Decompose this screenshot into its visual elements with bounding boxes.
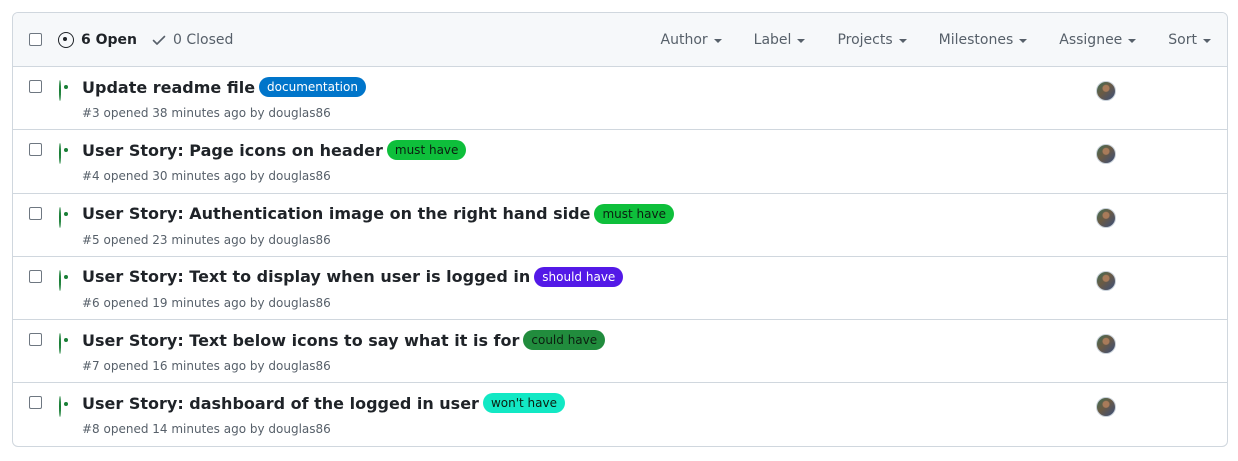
assignee-avatar[interactable]: [1096, 334, 1116, 355]
milestones-filter-button[interactable]: Milestones: [939, 32, 1028, 48]
issue-label-badge[interactable]: must have: [594, 203, 674, 224]
assignee-avatar[interactable]: [1096, 81, 1116, 101]
issues-list-header: 6 Open 0 Closed Author Label Projects Mi…: [13, 13, 1227, 67]
issue-author-link[interactable]: douglas86: [268, 422, 330, 436]
issues-list: Update readme file documentation #3 open…: [13, 67, 1227, 446]
issue-checkbox[interactable]: [29, 143, 42, 157]
filter-bar: Author Label Projects Milestones Assigne…: [661, 13, 1227, 67]
issue-meta: #3 opened 38 minutes ago by douglas86: [82, 106, 331, 120]
issue-opened-icon: [59, 143, 61, 165]
issue-meta-text: #8 opened 14 minutes ago by: [82, 422, 269, 437]
issue-meta: #4 opened 30 minutes ago by douglas86: [82, 169, 331, 183]
issue-meta: #5 opened 23 minutes ago by douglas86: [82, 233, 331, 247]
issue-title-link[interactable]: User Story: Text below icons to say what…: [82, 331, 519, 350]
filter-label: Sort: [1168, 32, 1197, 48]
filter-label: Label: [753, 32, 792, 48]
issue-row: User Story: Text below icons to say what…: [13, 320, 1227, 384]
closed-count-label: 0 Closed: [173, 31, 234, 48]
issue-row: User Story: Page icons on header must ha…: [13, 130, 1227, 194]
issue-label-badge[interactable]: could have: [523, 330, 606, 351]
author-filter-button[interactable]: Author: [661, 32, 722, 48]
issue-state-toggle: 6 Open 0 Closed: [58, 31, 233, 48]
filter-label: Milestones: [938, 32, 1014, 48]
issue-meta-text: #5 opened 23 minutes ago by: [82, 232, 269, 247]
issues-list-box: 6 Open 0 Closed Author Label Projects Mi…: [12, 12, 1228, 447]
caret-down-icon: [1019, 38, 1028, 43]
issue-title-link[interactable]: Update readme file: [82, 78, 255, 97]
issue-checkbox[interactable]: [29, 396, 42, 410]
issue-opened-icon: [59, 269, 61, 291]
projects-filter-button[interactable]: Projects: [837, 32, 907, 48]
issue-opened-icon: [58, 31, 74, 48]
issue-author-link[interactable]: douglas86: [268, 169, 330, 183]
filter-label: Projects: [837, 32, 893, 48]
issue-meta: #7 opened 16 minutes ago by douglas86: [82, 359, 331, 373]
issue-checkbox[interactable]: [29, 80, 42, 93]
select-all-checkbox[interactable]: [29, 33, 42, 46]
caret-down-icon: [898, 38, 907, 43]
open-issues-link[interactable]: 6 Open: [58, 31, 137, 48]
issue-opened-icon: [59, 396, 61, 418]
issue-label-badge[interactable]: documentation: [259, 77, 366, 97]
assignee-filter-button[interactable]: Assignee: [1059, 32, 1137, 48]
issue-meta-text: #6 opened 19 minutes ago by: [82, 295, 269, 310]
issue-author-link[interactable]: douglas86: [268, 296, 330, 310]
caret-down-icon: [797, 38, 806, 43]
issue-checkbox[interactable]: [29, 333, 42, 347]
issue-author-link[interactable]: douglas86: [268, 233, 330, 247]
issue-opened-icon: [59, 333, 61, 355]
issue-opened-icon: [59, 80, 61, 101]
caret-down-icon: [1128, 38, 1137, 43]
issue-label-badge[interactable]: should have: [534, 266, 624, 287]
issue-title-link[interactable]: User Story: Text to display when user is…: [82, 267, 530, 286]
issue-meta-text: #7 opened 16 minutes ago by: [82, 359, 269, 374]
issue-label-badge[interactable]: won't have: [482, 393, 565, 414]
assignee-avatar[interactable]: [1096, 397, 1116, 418]
issue-row: User Story: Authentication image on the …: [13, 194, 1227, 257]
issue-checkbox[interactable]: [29, 269, 42, 283]
issue-author-link[interactable]: douglas86: [268, 359, 330, 373]
issue-row: User Story: Text to display when user is…: [13, 257, 1227, 321]
issue-title-link[interactable]: User Story: Page icons on header: [82, 141, 383, 160]
issue-row: User Story: dashboard of the logged in u…: [13, 383, 1227, 446]
issue-author-link[interactable]: douglas86: [268, 106, 330, 120]
issue-meta-text: #4 opened 30 minutes ago by: [82, 169, 269, 184]
issue-title-link[interactable]: User Story: Authentication image on the …: [82, 204, 590, 223]
issue-meta: #6 opened 19 minutes ago by douglas86: [82, 296, 331, 310]
open-count-label: 6 Open: [81, 31, 137, 48]
issue-checkbox[interactable]: [29, 206, 42, 220]
assignee-avatar[interactable]: [1096, 207, 1116, 228]
sort-button[interactable]: Sort: [1168, 32, 1211, 48]
issue-title-link[interactable]: User Story: dashboard of the logged in u…: [82, 394, 479, 413]
label-filter-button[interactable]: Label: [754, 32, 806, 48]
filter-label: Assignee: [1059, 32, 1123, 48]
assignee-avatar[interactable]: [1096, 270, 1116, 291]
filter-label: Author: [660, 32, 708, 48]
caret-down-icon: [713, 38, 722, 43]
issue-opened-icon: [59, 206, 61, 228]
assignee-avatar[interactable]: [1096, 144, 1116, 165]
issue-row: Update readme file documentation #3 open…: [13, 67, 1227, 131]
issue-meta-text: #3 opened 38 minutes ago by: [82, 106, 269, 120]
caret-down-icon: [1203, 38, 1211, 43]
issue-label-badge[interactable]: must have: [386, 140, 467, 161]
issue-meta: #8 opened 14 minutes ago by douglas86: [82, 422, 331, 436]
closed-issues-link[interactable]: 0 Closed: [151, 32, 233, 48]
check-icon: [152, 35, 166, 45]
